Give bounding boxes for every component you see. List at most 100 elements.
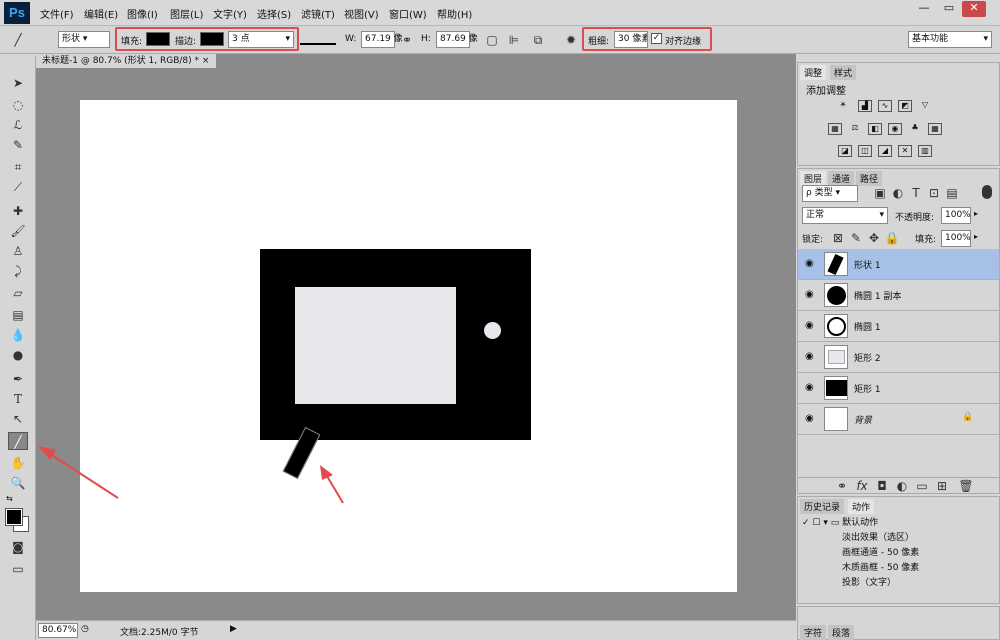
fill-opacity-input[interactable]: 100% [941,230,971,247]
line-tool-preset-icon[interactable]: ╱ [10,32,26,48]
layer-row-ellipse-1[interactable]: ◉ 椭圆 1 [798,311,999,342]
visibility-eye-icon[interactable]: ◉ [805,351,814,362]
action-row[interactable]: ✓ ☐ ▾ ▭ 默认动作 [802,515,992,530]
new-group-icon[interactable]: ▭ [914,478,930,494]
zoom-tool-icon[interactable]: 🔍 [8,474,28,492]
lasso-tool-icon[interactable]: ℒ [8,116,28,134]
new-adjustment-icon[interactable]: ◐ [894,478,910,494]
height-input[interactable]: 87.69 像 [436,31,478,48]
type-tool-icon[interactable]: T [8,390,28,408]
hue-sat-icon[interactable]: ▦ [828,123,842,135]
quick-select-tool-icon[interactable]: ✎ [8,136,28,154]
layer-row-rect-1[interactable]: ◉ 矩形 1 [798,373,999,404]
selective-color-icon[interactable]: ✕ [898,145,912,157]
tab-adjustments[interactable]: 调整 [800,65,827,80]
zoom-field[interactable]: 80.67% [38,623,78,638]
layer-row-ellipse-1-copy[interactable]: ◉ 椭圆 1 副本 [798,280,999,311]
path-selection-tool-icon[interactable]: ↖ [8,410,28,428]
action-row[interactable]: 木质画框 - 50 像素 [802,560,992,575]
tab-layers[interactable]: 图层 [800,171,827,186]
layer-row-rect-2[interactable]: ◉ 矩形 2 [798,342,999,373]
bw-icon[interactable]: ◧ [868,123,882,135]
tab-channels[interactable]: 通道 [828,171,855,186]
action-row[interactable]: 画框通道 - 50 像素 [802,545,992,560]
menu-filter[interactable]: 滤镜(T) [301,6,335,21]
eyedropper-tool-icon[interactable]: ⟋ [8,178,28,196]
move-tool-icon[interactable]: ➤ [8,74,28,92]
mode-select[interactable]: 形状 ▾ [58,31,110,48]
align-edges-checkbox[interactable]: ✓ [651,33,662,44]
filter-smart-icon[interactable]: ▤ [944,185,960,201]
filter-type-icon[interactable]: T [908,185,924,201]
opacity-input[interactable]: 100% [941,207,971,224]
path-arrangement-icon[interactable]: ⧉ [530,32,546,48]
tab-paths[interactable]: 路径 [856,171,883,186]
clone-stamp-tool-icon[interactable]: ♙ [8,242,28,260]
menu-help[interactable]: 帮助(H) [437,6,472,21]
fill-swatch[interactable] [146,32,170,46]
brush-tool-icon[interactable]: 🖌 [8,222,28,240]
gradient-tool-icon[interactable]: ▤ [8,306,28,324]
tab-character[interactable]: 字符 [800,625,827,640]
tab-paragraph[interactable]: 段落 [828,625,855,640]
layer-filter-select[interactable]: ρ 类型 ▾ [802,185,858,202]
path-alignment-icon[interactable]: ⊫ [506,32,522,48]
swap-colors-icon[interactable]: ⇆ [6,494,13,503]
invert-icon[interactable]: ◪ [838,145,852,157]
stroke-width-select[interactable]: 3 点 ▾ [228,31,294,48]
menu-edit[interactable]: 编辑(E) [84,6,118,21]
filter-shape-icon[interactable]: ⊡ [926,185,942,201]
lock-transparent-icon[interactable]: ⊠ [830,230,846,246]
document-tab[interactable]: 未标题-1 @ 80.7% (形状 1, RGB/8) * × [36,54,216,68]
fx-icon[interactable]: fx [854,478,870,494]
close-button[interactable]: ✕ [962,1,986,17]
lock-position-icon[interactable]: ✥ [866,230,882,246]
channel-mixer-icon[interactable]: ♣ [908,123,922,135]
vibrance-icon[interactable]: ▽ [918,100,932,112]
link-icon[interactable]: ⚭ [399,32,415,48]
filter-adjust-icon[interactable]: ◐ [890,185,906,201]
visibility-eye-icon[interactable]: ◉ [805,320,814,331]
screen-mode-icon[interactable]: ▭ [8,560,28,578]
blur-tool-icon[interactable]: 💧 [8,326,28,344]
photo-filter-icon[interactable]: ◉ [888,123,902,135]
tab-history[interactable]: 历史记录 [800,499,845,514]
menu-view[interactable]: 视图(V) [344,6,379,21]
color-lookup-icon[interactable]: ▦ [928,123,942,135]
action-row[interactable]: 投影（文字） [802,575,992,590]
blend-mode-select[interactable]: 正常 ▾ [802,207,888,224]
trash-icon[interactable]: 🗑 [958,478,974,494]
lock-pixels-icon[interactable]: ✎ [848,230,864,246]
width-input[interactable]: 67.19 像 [361,31,403,48]
brightness-icon[interactable]: ☀ [836,100,850,112]
tab-actions[interactable]: 动作 [848,499,875,514]
link-layers-icon[interactable]: ⚭ [834,478,850,494]
path-operations-icon[interactable]: ▢ [484,32,500,48]
history-brush-tool-icon[interactable]: ⤸ [8,262,28,280]
lock-all-icon[interactable]: 🔒 [884,230,900,246]
menu-window[interactable]: 窗口(W) [389,6,427,21]
line-tool-icon[interactable]: ╱ [8,432,28,450]
action-row[interactable]: 淡出效果（选区） [802,530,992,545]
hand-tool-icon[interactable]: ✋ [8,454,28,472]
crop-tool-icon[interactable]: ⌗ [8,158,28,176]
workspace-select[interactable]: 基本功能 ▾ [908,31,992,48]
menu-image[interactable]: 图像(I) [127,6,158,21]
foreground-color-swatch[interactable] [5,508,23,526]
add-mask-icon[interactable]: ◘ [874,478,890,494]
weight-input[interactable]: 30 像素 [614,31,648,48]
restore-button[interactable]: ▭ [937,1,961,17]
status-menu-arrow-icon[interactable]: ▶ [230,624,237,634]
marquee-tool-icon[interactable]: ◌ [8,96,28,114]
layer-row-shape-1[interactable]: ◉ 形状 1 [798,249,999,280]
canvas[interactable] [80,100,737,592]
filter-pixel-icon[interactable]: ▣ [872,185,888,201]
menu-file[interactable]: 文件(F) [40,6,74,21]
fill-dropdown-icon[interactable]: ▸ [974,232,978,241]
menu-select[interactable]: 选择(S) [257,6,291,21]
healing-brush-tool-icon[interactable]: ✚ [8,202,28,220]
stroke-style-select[interactable] [300,33,336,45]
new-layer-icon[interactable]: ⊞ [934,478,950,494]
gear-icon[interactable]: ✹ [563,32,579,48]
menu-type[interactable]: 文字(Y) [213,6,247,21]
